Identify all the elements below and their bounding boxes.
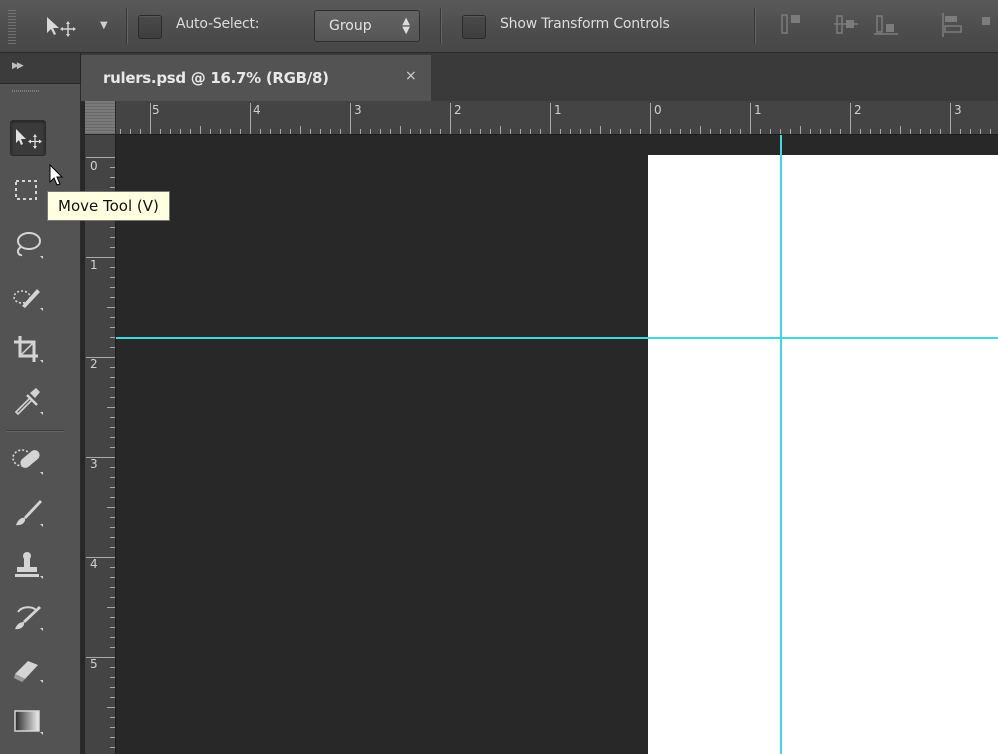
vertical-ruler[interactable]: 0 1 2 3 4 5 (85, 135, 116, 754)
mouse-cursor-icon (49, 164, 64, 186)
brush-icon (16, 500, 43, 527)
tooltip: Move Tool (V) (47, 191, 170, 221)
gradient-icon (14, 710, 43, 735)
eyedropper-icon (14, 388, 43, 416)
separator (126, 8, 128, 44)
lasso-icon (17, 232, 43, 259)
ruler-label: 0 (654, 103, 662, 117)
eyedropper-tool[interactable] (10, 384, 44, 418)
quick-selection-tool[interactable] (10, 280, 44, 314)
document-tab-label: rulers.psd @ 16.7% (RGB/8) (103, 69, 329, 87)
show-transform-controls-checkbox[interactable] (462, 15, 486, 39)
lasso-tool[interactable] (10, 228, 44, 262)
ruler-label: 2 (90, 357, 98, 371)
ruler-origin-corner[interactable] (85, 101, 115, 134)
move-icon (16, 129, 42, 149)
options-bar-grip[interactable] (8, 10, 16, 44)
separator (440, 8, 442, 44)
ruler-label: 4 (90, 557, 98, 571)
auto-select-target-select[interactable]: Group ▲ ▼ (314, 10, 420, 42)
eraser-icon (14, 661, 43, 683)
spot-healing-brush-icon (12, 449, 43, 475)
auto-select-label: Auto-Select: (176, 16, 260, 32)
toolbox (0, 84, 81, 754)
history-brush-icon (15, 606, 43, 631)
ruler-label: 1 (554, 103, 562, 117)
ruler-label: 5 (152, 103, 160, 117)
align-bottom-edges-icon[interactable] (874, 13, 900, 37)
auto-select-checkbox[interactable] (138, 15, 162, 39)
ruler-label: 3 (954, 103, 962, 117)
toolbox-grip[interactable] (12, 90, 40, 92)
close-icon[interactable]: × (405, 68, 417, 84)
eraser-tool[interactable] (10, 652, 44, 686)
ruler-label: 1 (90, 258, 98, 272)
canvas-pasteboard[interactable] (116, 135, 998, 754)
toolbox-header: ▶▶ (0, 53, 80, 83)
auto-select-target-value: Group (329, 18, 372, 34)
horizontal-guide[interactable] (116, 337, 998, 339)
history-brush-tool[interactable] (10, 600, 44, 634)
crop-tool[interactable] (10, 332, 44, 366)
chevron-down-icon: ▼ (100, 20, 108, 31)
move-tool[interactable] (10, 120, 46, 156)
gradient-tool[interactable] (10, 704, 44, 738)
collapse-panel-icon[interactable]: ▶▶ (12, 61, 24, 71)
ruler-label: 3 (354, 103, 362, 117)
brush-tool[interactable] (10, 496, 44, 530)
horizontal-ruler[interactable]: 5 4 3 2 1 0 1 2 3 (116, 101, 998, 135)
show-transform-controls-label: Show Transform Controls (500, 16, 670, 32)
options-bar: ▼ Auto-Select: Group ▲ ▼ Show Transform C… (0, 0, 998, 53)
ruler-label: 3 (90, 457, 98, 471)
clone-stamp-icon (15, 552, 43, 579)
align-vertical-centers-icon[interactable] (834, 13, 860, 37)
marquee-tool[interactable] (10, 174, 44, 208)
healing-brush-tool[interactable] (10, 444, 44, 478)
document-canvas[interactable] (648, 155, 998, 754)
crop-icon (14, 336, 43, 363)
toolbox-divider (6, 430, 64, 432)
ruler-label: 0 (90, 159, 98, 173)
align-left-edges-icon[interactable] (940, 13, 966, 37)
rectangular-marquee-icon (15, 180, 37, 200)
select-arrows-icon: ▲ ▼ (402, 16, 410, 36)
ruler-label: 1 (754, 103, 762, 117)
document-tab[interactable]: rulers.psd @ 16.7% (RGB/8) × (81, 55, 431, 101)
align-horizontal-centers-icon[interactable] (980, 13, 998, 37)
vertical-guide[interactable] (780, 135, 782, 754)
move-tool-icon (47, 17, 76, 37)
ruler-label: 2 (454, 103, 462, 117)
clone-stamp-tool[interactable] (10, 548, 44, 582)
document-tab-strip: rulers.psd @ 16.7% (RGB/8) × (80, 53, 998, 101)
ruler-label: 2 (854, 103, 862, 117)
quick-selection-icon (13, 289, 43, 311)
align-top-edges-icon[interactable] (780, 13, 806, 37)
ruler-label: 5 (90, 657, 98, 671)
tool-preset-picker[interactable]: ▼ (44, 12, 122, 40)
ruler-label: 4 (253, 103, 261, 117)
separator (754, 8, 756, 44)
